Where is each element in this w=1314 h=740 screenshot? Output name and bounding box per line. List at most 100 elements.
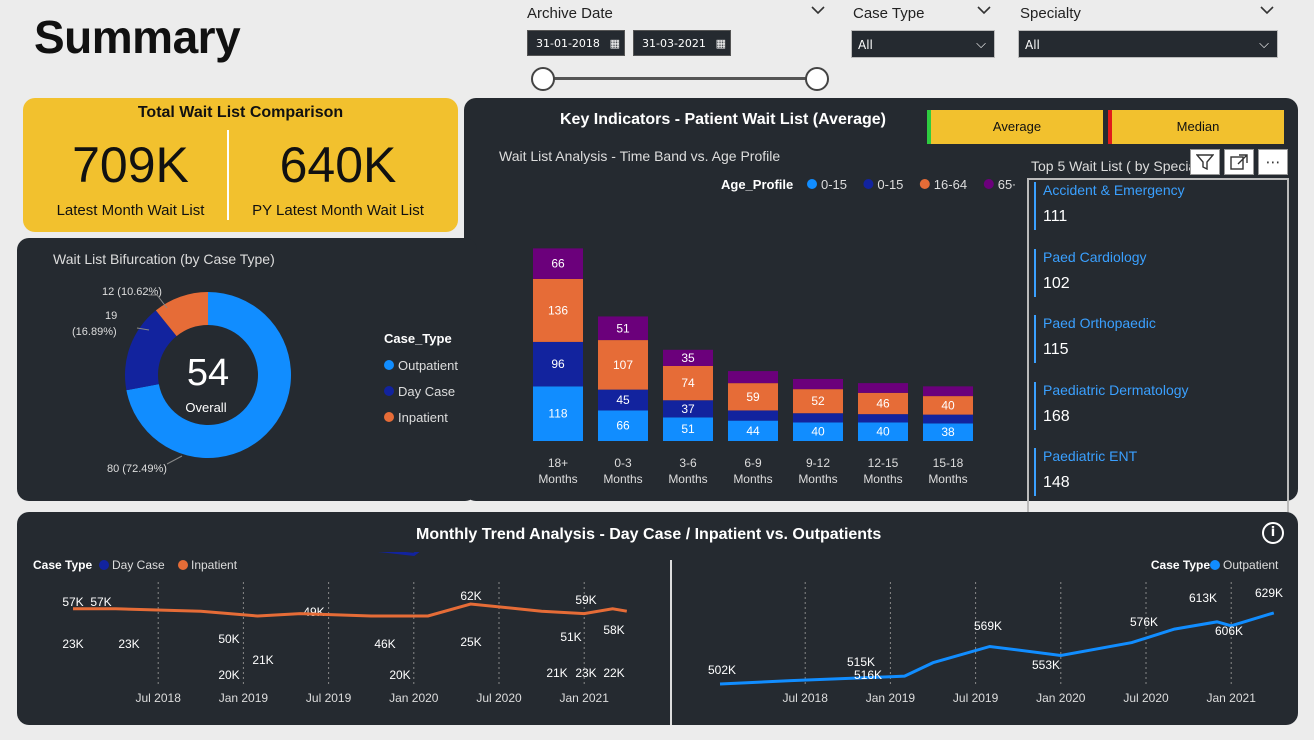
top5-item-name[interactable]: Paediatric Dermatology — [1043, 382, 1189, 398]
legend-item-1[interactable]: 0-15 — [877, 177, 903, 192]
legend-dot — [919, 179, 930, 189]
data-point-label: 22K — [603, 666, 624, 680]
archive-date-start-value: 31-01-2018 — [536, 37, 600, 50]
x-tick-label: Months — [928, 472, 967, 486]
legend-label: Day Case — [398, 383, 456, 399]
date-slider-start-handle[interactable] — [531, 67, 555, 91]
x-tick-label: Jan 2020 — [389, 691, 439, 705]
kpi-card-title: Total Wait List Comparison — [137, 104, 344, 121]
case-type-label: Case Type — [853, 5, 925, 22]
legend-item-day-case[interactable]: Day Case — [384, 378, 458, 404]
trend-line-day-case[interactable] — [73, 552, 627, 556]
donut-center-label: Overall — [185, 400, 226, 415]
bar-segment[interactable] — [793, 413, 843, 423]
legend-item-3[interactable]: 65+ — [998, 177, 1015, 192]
bar-data-label: 40 — [941, 398, 955, 412]
x-tick-label: 3-6 — [679, 456, 697, 470]
top5-item-name[interactable]: Paed Cardiology — [1043, 249, 1147, 265]
trend-right-chart: Case Type Outpatient Jul 2018 Jan 2019 Jul 2… — [708, 558, 1283, 705]
calendar-icon[interactable]: ▦ — [716, 31, 726, 57]
x-tick-label: 9-12 — [806, 456, 830, 470]
legend-dot — [384, 412, 394, 422]
median-button[interactable]: Median — [1108, 110, 1284, 144]
legend-label: Outpatient — [398, 357, 458, 373]
focus-mode-icon[interactable] — [1224, 149, 1254, 175]
calendar-icon[interactable]: ▦ — [610, 31, 620, 57]
data-point-label: 569K — [974, 619, 1002, 633]
x-tick-label: 6-9 — [744, 456, 762, 470]
top5-accent-bar — [1034, 248, 1036, 297]
age-profile-legend: Age_Profile 0-15 0-15 16-64 65+ — [721, 177, 1015, 192]
bar-data-label: 96 — [551, 357, 565, 371]
data-point-label: 57K — [62, 595, 83, 609]
bar-segment[interactable] — [728, 371, 778, 384]
x-tick-label: 15-18 — [933, 456, 964, 470]
x-tick-label: Jul 2018 — [783, 691, 829, 705]
legend-dot — [983, 179, 994, 189]
data-point-label: 23K — [118, 637, 139, 651]
specialty-dropdown[interactable]: All ⌵ — [1018, 30, 1278, 58]
bar-data-label: 74 — [681, 376, 695, 390]
archive-date-chevron-icon[interactable] — [810, 4, 826, 19]
bar-segment[interactable] — [923, 386, 973, 397]
bar-data-label: 46 — [876, 396, 890, 410]
legend-dot — [178, 560, 188, 570]
x-tick-label: Months — [733, 472, 772, 486]
legend-item-2[interactable]: 16-64 — [934, 177, 967, 192]
bar-segment[interactable] — [728, 410, 778, 421]
top5-item-name[interactable]: Paediatric ENT — [1043, 448, 1137, 464]
data-point-label: 25K — [460, 635, 481, 649]
x-tick-label: Jan 2021 — [560, 691, 610, 705]
specialty-chevron-icon[interactable] — [1259, 4, 1275, 19]
x-tick-label: Jan 2021 — [1207, 691, 1257, 705]
data-point-label: 21K — [546, 666, 567, 680]
legend-item-outpatient[interactable]: Outpatient — [384, 352, 458, 378]
date-range-slider-track[interactable] — [543, 77, 818, 80]
donut-center-value: 54 — [187, 352, 229, 394]
data-point-label: 606K — [1215, 624, 1243, 638]
data-point-label: 576K — [1130, 615, 1158, 629]
trend-title: Monthly Trend Analysis - Day Case / Inpa… — [416, 526, 882, 543]
x-tick-label: Jan 2019 — [866, 691, 916, 705]
legend-item-1[interactable]: Inpatient — [191, 558, 238, 572]
data-point-label: 21K — [252, 653, 273, 667]
legend-item-inpatient[interactable]: Inpatient — [384, 404, 458, 430]
case-type-chevron-icon[interactable] — [976, 4, 992, 19]
date-slider-end-handle[interactable] — [805, 67, 829, 91]
data-point-label: 613K — [1189, 591, 1217, 605]
archive-date-end-input[interactable]: 31-03-2021 ▦ — [633, 30, 731, 56]
legend-title: Case Type — [33, 558, 92, 572]
archive-date-start-input[interactable]: 31-01-2018 ▦ — [527, 30, 625, 56]
specialty-value: All — [1025, 38, 1040, 52]
legend-item-0[interactable]: 0-15 — [821, 177, 847, 192]
case-type-legend: Outpatient Day Case Inpatient — [384, 352, 458, 430]
archive-date-label: Archive Date — [527, 5, 613, 22]
data-point-label: 50K — [218, 632, 239, 646]
x-tick-label: 12-15 — [868, 456, 899, 470]
more-options-icon[interactable]: ⋯ — [1258, 149, 1288, 175]
bar-data-label: 59 — [746, 390, 760, 404]
top5-accent-bar — [1034, 381, 1036, 430]
info-icon[interactable]: i — [1262, 522, 1284, 544]
case-type-dropdown[interactable]: All ⌵ — [851, 30, 995, 58]
trend-line-inpatient[interactable] — [73, 602, 628, 618]
top5-item-name[interactable]: Paed Orthopaedic — [1043, 315, 1156, 331]
bar-segment[interactable] — [793, 378, 843, 390]
legend-title: Age_Profile — [721, 177, 793, 192]
legend-item-0[interactable]: Day Case — [112, 558, 165, 572]
x-tick-label: Jul 2020 — [1123, 691, 1169, 705]
filter-icon[interactable] — [1190, 149, 1220, 175]
average-button[interactable]: Average — [927, 110, 1103, 144]
bar-segment[interactable] — [858, 383, 908, 393]
legend-item-0[interactable]: Outpatient — [1223, 558, 1279, 572]
bar-segment[interactable] — [858, 414, 908, 423]
top5-title: Top 5 Wait List ( by Specialty) — [1031, 158, 1215, 174]
key-indicators-title: Key Indicators - Patient Wait List (Aver… — [560, 111, 886, 128]
bar-data-label: 52 — [811, 394, 825, 408]
bar-segment[interactable] — [923, 414, 973, 424]
x-tick-label: Jul 2018 — [136, 691, 182, 705]
top5-item-name[interactable]: Accident & Emergency — [1043, 182, 1185, 198]
top5-item-value: 168 — [1043, 407, 1070, 425]
archive-date-end-value: 31-03-2021 — [642, 37, 706, 50]
data-point-label: 516K — [854, 668, 882, 682]
